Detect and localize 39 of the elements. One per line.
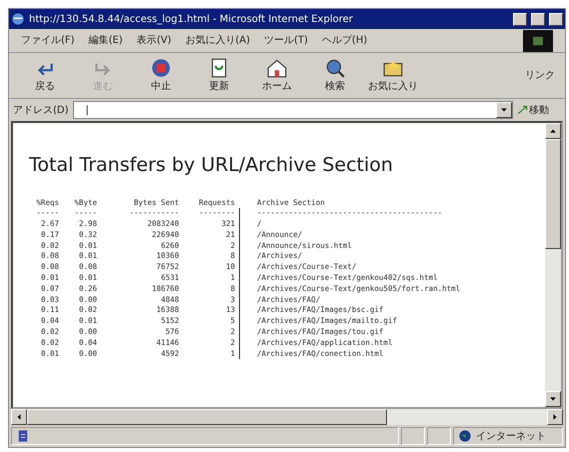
page-icon (16, 429, 30, 443)
close-button[interactable] (549, 12, 563, 26)
toolbar-button[interactable]: ホーム (251, 57, 303, 94)
address-field[interactable]: | (72, 101, 513, 119)
menu-item[interactable]: ファイル(F) (21, 33, 75, 48)
go-button[interactable]: 移動 (517, 102, 561, 118)
status-pane: インターネット (453, 427, 563, 445)
menu-item[interactable]: 編集(E) (88, 33, 123, 48)
left-arrow-icon (15, 412, 23, 421)
menu-item[interactable]: お気に入り(A) (185, 33, 250, 48)
maximize-button[interactable] (531, 12, 545, 26)
caret-icon (500, 106, 508, 114)
toolbar-button[interactable]: 戻る (19, 57, 71, 94)
vertical-scrollbar[interactable] (545, 123, 561, 407)
minimize-button[interactable] (513, 12, 527, 26)
status-pane (401, 427, 425, 445)
toolbar-button[interactable]: お気に入り (367, 57, 419, 94)
up-arrow-icon (549, 126, 557, 135)
globe-icon (458, 429, 472, 443)
menu-item[interactable]: ヘルプ(H) (322, 33, 368, 48)
address-label: アドレス(D) (13, 104, 69, 118)
menu-item[interactable]: 表示(V) (136, 33, 172, 48)
house-icon (266, 57, 288, 79)
right-arrow-icon (551, 412, 559, 421)
window-title: http://130.54.8.44/access_log1.html - Microsoft Internet Explorer (29, 12, 354, 26)
toolbar-button[interactable]: 検索 (309, 57, 361, 94)
status-pane (427, 427, 451, 445)
menu-item[interactable]: ツール(T) (264, 33, 308, 48)
toolbar-button[interactable]: 更新 (193, 57, 245, 94)
globe-magnifier-icon (324, 57, 346, 79)
go-arrow-icon (517, 104, 529, 116)
browser-icon (11, 12, 25, 26)
page-heading: Total Transfers by URL/Archive Section (29, 153, 394, 178)
dropdown-button[interactable] (496, 102, 512, 118)
horizontal-scrollbar[interactable] (11, 409, 563, 425)
links-button[interactable]: リンク (525, 68, 555, 83)
down-arrow-icon (549, 394, 557, 403)
stop-icon (150, 57, 172, 79)
toolbar-button[interactable]: 中止 (135, 57, 187, 94)
